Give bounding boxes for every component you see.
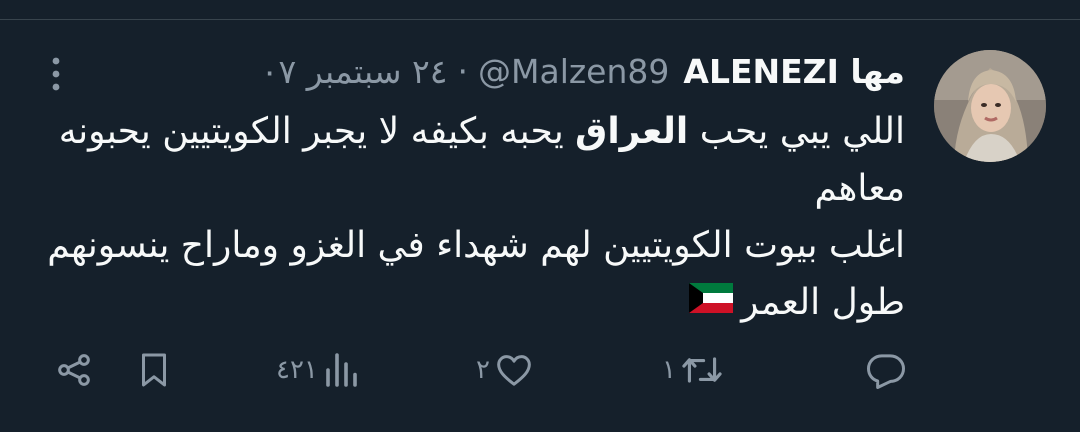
like-button[interactable]: ٢ bbox=[476, 340, 534, 400]
tweet-text: اللي يبي يحب العراق يحبه بكيفه لا يجبر ا… bbox=[45, 103, 905, 333]
tweet-line-2: معاهم bbox=[814, 168, 905, 209]
user-handle[interactable]: @Malzen89 bbox=[478, 46, 669, 98]
reply-button[interactable] bbox=[860, 340, 908, 400]
more-options-icon[interactable] bbox=[44, 56, 68, 92]
views-chart-icon bbox=[326, 353, 357, 387]
tweet-header: مها ALENEZI @Malzen89 · ٢٤ سبتمبر ٠٧ bbox=[261, 46, 905, 98]
avatar[interactable] bbox=[934, 50, 1046, 162]
tweet-line-3: اغلب بيوت الكويتيين لهم شهداء في الغزو و… bbox=[47, 225, 905, 266]
text-segment: يحبه بكيفه لا يجبر الكويتيين يحبونه bbox=[58, 111, 576, 152]
separator-dot: · bbox=[457, 52, 469, 91]
heart-icon bbox=[497, 355, 531, 386]
bold-word: العراق bbox=[575, 111, 689, 152]
action-bar: ٤٢١ ٢ ١ bbox=[0, 340, 1080, 400]
like-count: ٢ bbox=[476, 355, 490, 385]
top-divider bbox=[0, 19, 1080, 20]
display-name[interactable]: مها ALENEZI bbox=[683, 46, 905, 98]
tweet-line-1: اللي يبي يحب العراق يحبه بكيفه لا يجبر ا… bbox=[45, 103, 905, 160]
views-button[interactable]: ٤٢١ bbox=[276, 340, 358, 400]
share-button[interactable] bbox=[54, 340, 94, 400]
bookmark-button[interactable] bbox=[136, 340, 172, 400]
bookmark-icon bbox=[142, 353, 166, 387]
kuwait-flag-icon bbox=[689, 273, 734, 330]
text-segment: طول العمر bbox=[741, 282, 905, 323]
retweet-button[interactable]: ١ bbox=[662, 340, 724, 400]
retweet-icon bbox=[682, 357, 722, 383]
tweet[interactable]: مها ALENEZI @Malzen89 · ٢٤ سبتمبر ٠٧ الل… bbox=[0, 0, 1080, 432]
views-count: ٤٢١ bbox=[276, 355, 318, 385]
tweet-date[interactable]: ٢٤ سبتمبر ٠٧ bbox=[261, 46, 448, 98]
retweet-count: ١ bbox=[662, 355, 676, 385]
share-icon bbox=[58, 354, 90, 386]
reply-icon bbox=[867, 354, 905, 389]
tweet-line-4: طول العمر bbox=[45, 274, 905, 333]
text-segment: اللي يبي يحب bbox=[688, 111, 905, 152]
